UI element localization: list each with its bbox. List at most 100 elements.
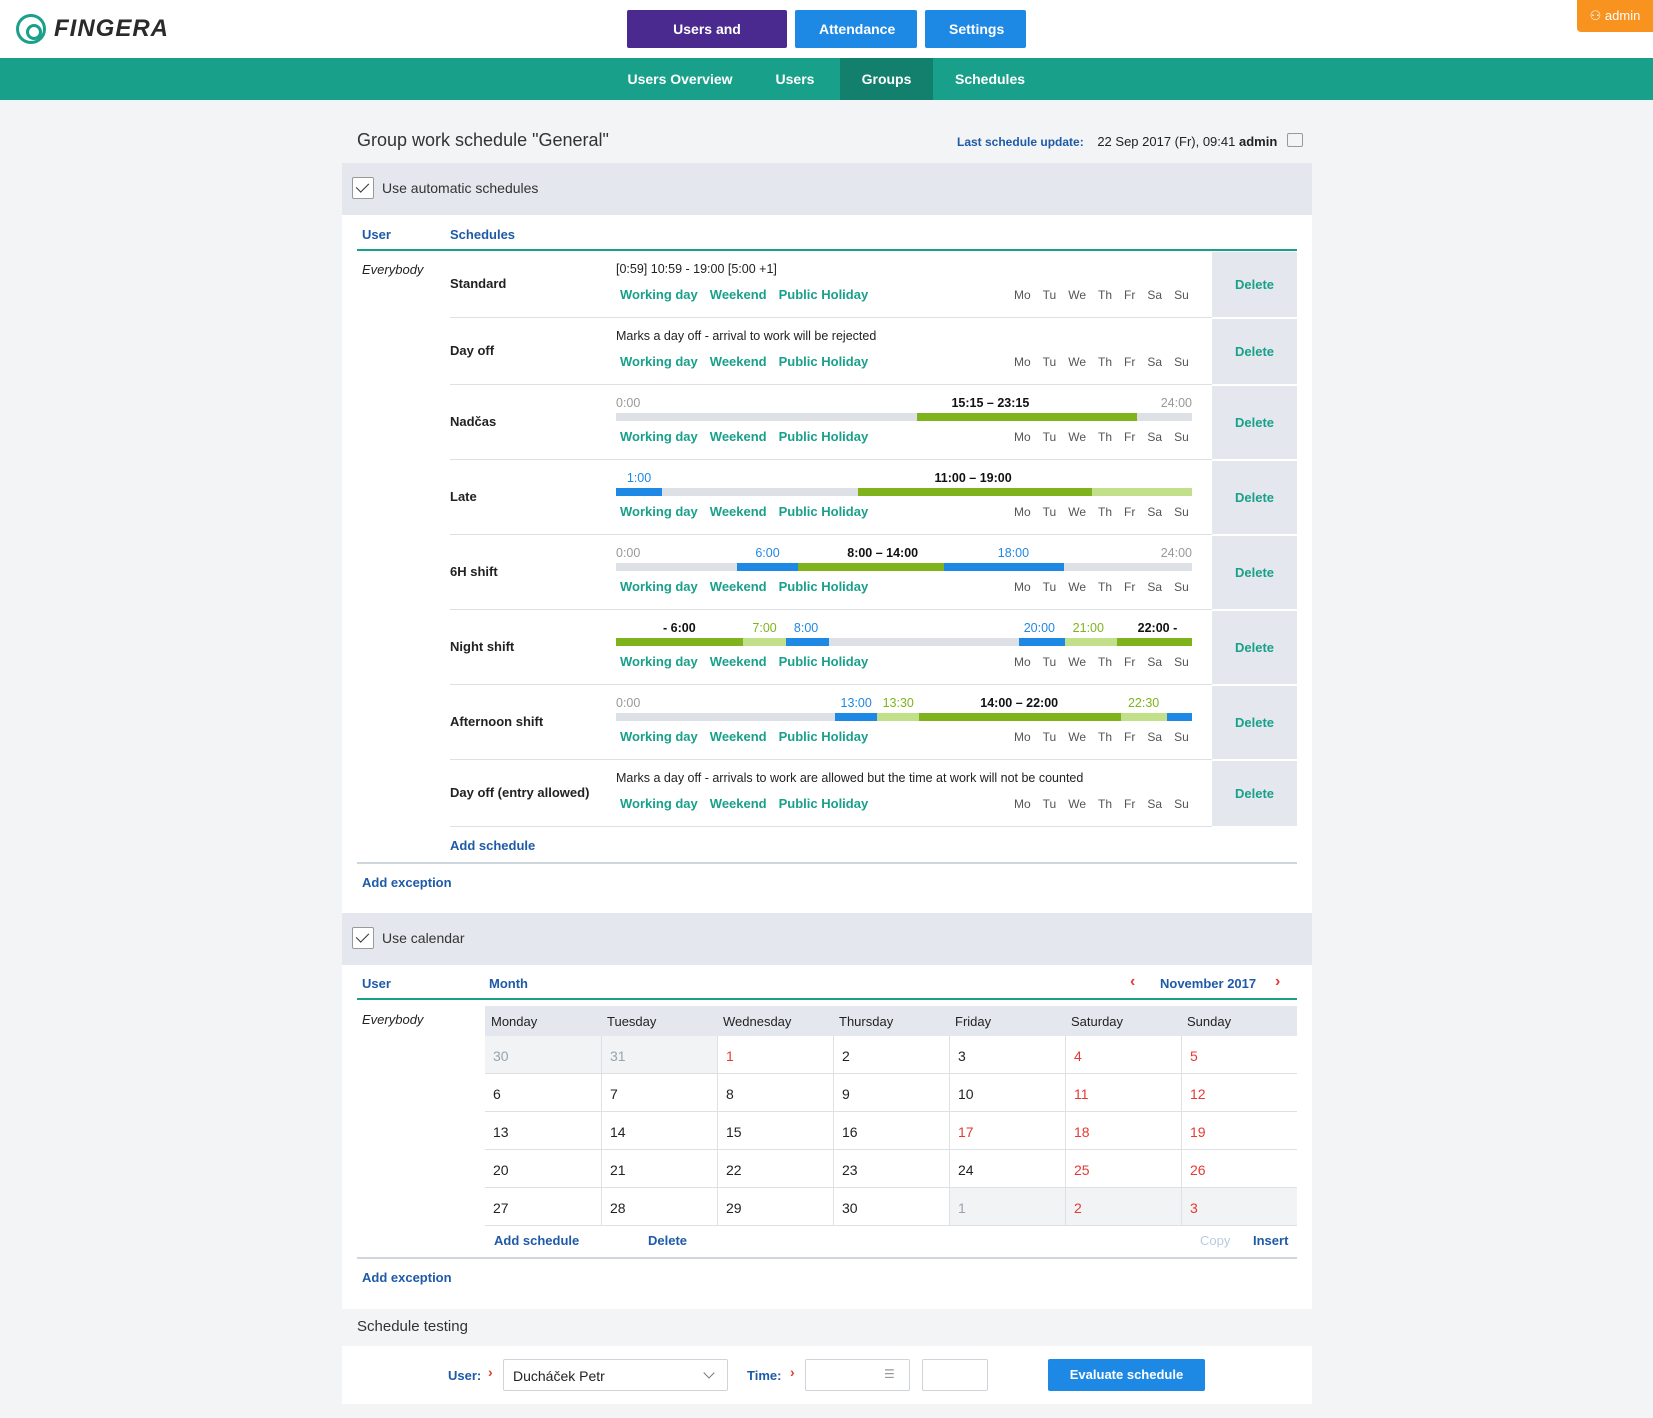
calendar-day-cell[interactable]: 27 [485,1188,601,1226]
calendar-day-cell[interactable]: 3 [1181,1188,1297,1226]
calendar-day-cell[interactable]: 31 [601,1036,717,1074]
calendar-day-cell[interactable]: 1 [717,1036,833,1074]
day-type-tag[interactable]: Weekend [710,287,767,302]
day-type-tag[interactable]: Public Holiday [779,579,869,594]
calendar-day-cell[interactable]: 10 [949,1074,1065,1112]
day-type-tag[interactable]: Public Holiday [779,729,869,744]
day-type-tag[interactable]: Weekend [710,354,767,369]
day-type-tag[interactable]: Public Holiday [779,429,869,444]
calendar-day-cell[interactable]: 25 [1065,1150,1181,1188]
weekday-toggle[interactable]: Tu [1043,580,1057,594]
calendar-day-cell[interactable]: 22 [717,1150,833,1188]
delete-schedule-button[interactable]: Delete [1212,344,1297,359]
delete-schedule-button[interactable]: Delete [1212,640,1297,655]
delete-schedule-button[interactable]: Delete [1212,565,1297,580]
admin-user-menu[interactable]: ⚇ admin [1577,0,1653,32]
cal-insert-link[interactable]: Insert [1253,1233,1288,1248]
day-type-tag[interactable]: Working day [620,796,698,811]
calendar-day-cell[interactable]: 13 [485,1112,601,1150]
weekday-toggle[interactable]: Tu [1043,730,1057,744]
day-type-tag[interactable]: Public Holiday [779,654,869,669]
calendar-day-cell[interactable]: 19 [1181,1112,1297,1150]
delete-schedule-button[interactable]: Delete [1212,490,1297,505]
weekday-toggle[interactable]: Sa [1147,797,1162,811]
day-type-tag[interactable]: Weekend [710,654,767,669]
weekday-toggle[interactable]: Sa [1147,288,1162,302]
weekday-toggle[interactable]: We [1068,430,1086,444]
weekday-toggle[interactable]: Sa [1147,430,1162,444]
test-user-select[interactable]: Ducháček Petr [503,1359,728,1391]
test-time-input[interactable] [922,1359,988,1391]
cal-copy-link[interactable]: Copy [1200,1233,1230,1248]
nav-settings[interactable]: Settings [925,10,1026,48]
weekday-toggle[interactable]: Fr [1124,430,1135,444]
calendar-day-cell[interactable]: 4 [1065,1036,1181,1074]
weekday-toggle[interactable]: Th [1098,430,1112,444]
day-type-tag[interactable]: Working day [620,287,698,302]
day-type-tag[interactable]: Weekend [710,579,767,594]
weekday-toggle[interactable]: Th [1098,288,1112,302]
weekday-toggle[interactable]: Su [1174,797,1189,811]
weekday-toggle[interactable]: Mo [1014,288,1031,302]
weekday-toggle[interactable]: Sa [1147,580,1162,594]
calendar-day-cell[interactable]: 23 [833,1150,949,1188]
weekday-toggle[interactable]: Th [1098,730,1112,744]
delete-schedule-button[interactable]: Delete [1212,415,1297,430]
weekday-toggle[interactable]: Fr [1124,797,1135,811]
prev-month-arrow-icon[interactable]: ‹ [1130,973,1135,991]
tab-users-overview[interactable]: Users Overview [610,58,750,100]
calendar-day-cell[interactable]: 1 [949,1188,1065,1226]
evaluate-schedule-button[interactable]: Evaluate schedule [1048,1359,1205,1391]
weekday-toggle[interactable]: Mo [1014,655,1031,669]
nav-users-and-groups[interactable]: Users and groups [627,10,787,75]
weekday-toggle[interactable]: Su [1174,655,1189,669]
weekday-toggle[interactable]: We [1068,288,1086,302]
weekday-toggle[interactable]: Th [1098,655,1112,669]
add-schedule-link[interactable]: Add schedule [450,838,535,853]
calendar-day-cell[interactable]: 28 [601,1188,717,1226]
weekday-toggle[interactable]: Fr [1124,505,1135,519]
weekday-toggle[interactable]: Su [1174,730,1189,744]
day-type-tag[interactable]: Public Holiday [779,504,869,519]
weekday-toggle[interactable]: Sa [1147,655,1162,669]
calendar-day-cell[interactable]: 11 [1065,1074,1181,1112]
day-type-tag[interactable]: Public Holiday [779,354,869,369]
calendar-day-cell[interactable]: 2 [833,1036,949,1074]
weekday-toggle[interactable]: Mo [1014,580,1031,594]
delete-schedule-button[interactable]: Delete [1212,786,1297,801]
day-type-tag[interactable]: Working day [620,429,698,444]
calendar-day-cell[interactable]: 20 [485,1150,601,1188]
weekday-toggle[interactable]: Th [1098,797,1112,811]
weekday-toggle[interactable]: We [1068,730,1086,744]
cal-add-schedule-link[interactable]: Add schedule [494,1233,579,1248]
day-type-tag[interactable]: Weekend [710,504,767,519]
cal-add-exception-link[interactable]: Add exception [362,1270,452,1285]
calendar-day-cell[interactable]: 30 [833,1188,949,1226]
weekday-toggle[interactable]: Sa [1147,505,1162,519]
calendar-day-cell[interactable]: 5 [1181,1036,1297,1074]
day-type-tag[interactable]: Working day [620,354,698,369]
weekday-toggle[interactable]: Fr [1124,288,1135,302]
calendar-day-cell[interactable]: 21 [601,1150,717,1188]
day-type-tag[interactable]: Working day [620,579,698,594]
next-month-arrow-icon[interactable]: › [1275,973,1280,991]
calendar-day-cell[interactable]: 26 [1181,1150,1297,1188]
weekday-toggle[interactable]: Su [1174,580,1189,594]
weekday-toggle[interactable]: We [1068,580,1086,594]
cal-delete-link[interactable]: Delete [648,1233,687,1248]
calendar-day-cell[interactable]: 3 [949,1036,1065,1074]
print-icon[interactable] [1287,133,1303,147]
day-type-tag[interactable]: Public Holiday [779,796,869,811]
weekday-toggle[interactable]: We [1068,505,1086,519]
weekday-toggle[interactable]: Su [1174,288,1189,302]
weekday-toggle[interactable]: Tu [1043,355,1057,369]
day-type-tag[interactable]: Public Holiday [779,287,869,302]
tab-schedules[interactable]: Schedules [933,58,1047,100]
tab-groups[interactable]: Groups [840,58,933,100]
calendar-day-cell[interactable]: 29 [717,1188,833,1226]
calendar-day-cell[interactable]: 16 [833,1112,949,1150]
day-type-tag[interactable]: Weekend [710,729,767,744]
delete-schedule-button[interactable]: Delete [1212,715,1297,730]
weekday-toggle[interactable]: Mo [1014,730,1031,744]
weekday-toggle[interactable]: Th [1098,505,1112,519]
